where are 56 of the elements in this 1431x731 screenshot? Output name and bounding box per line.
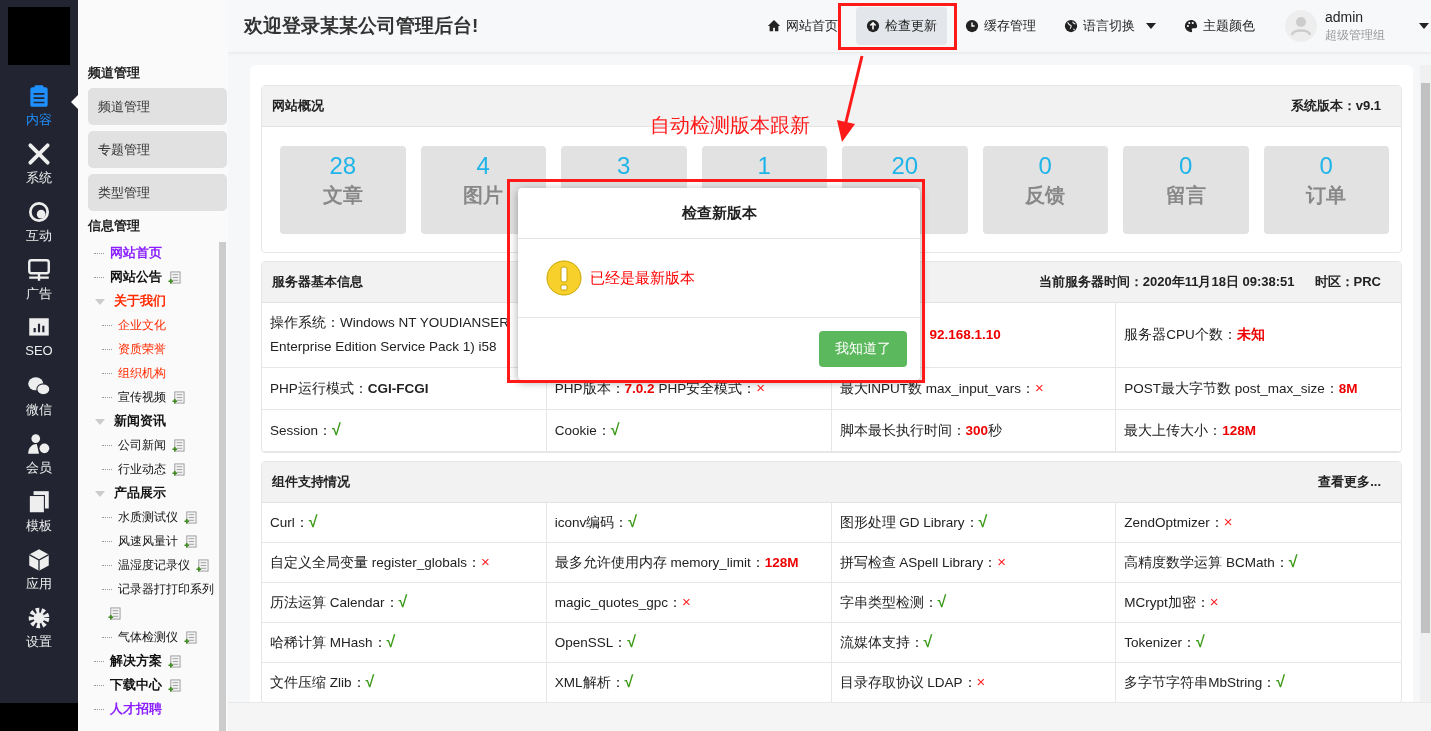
dialog-message: 已经是最新版本 bbox=[590, 268, 695, 288]
stat-label: 文章 bbox=[322, 183, 363, 208]
component-status: 历法运算 Calendar：√ bbox=[270, 592, 408, 612]
timezone: 时区：PRC bbox=[1314, 273, 1381, 291]
user-role: 超级管理组 bbox=[1325, 27, 1386, 44]
stat-value: 0 bbox=[1319, 151, 1333, 181]
component-status: iconv编码：√ bbox=[554, 512, 638, 532]
info-text: Session：√ bbox=[270, 420, 341, 440]
info-text: 最大上传大小：128M bbox=[1124, 421, 1257, 440]
component-status: ZendOptmizer：× bbox=[1124, 512, 1233, 532]
info-text: 92.168.1.10 bbox=[929, 326, 1001, 344]
dialog-title: 检查新版本 bbox=[518, 188, 920, 239]
component-status: XML解析：√ bbox=[554, 672, 634, 692]
component-status: 最多允许使用内存 memory_limit：128M bbox=[554, 553, 799, 572]
info-text: Cookie：√ bbox=[554, 420, 620, 440]
panel-title: 服务器基本信息 bbox=[272, 273, 363, 291]
info-text: PHP运行模式：CGI-FCGI bbox=[270, 379, 429, 398]
stat-value: 3 bbox=[617, 151, 631, 181]
stat-label: 订单 bbox=[1306, 183, 1347, 208]
info-text: 操作系统：Windows NT YOUDIANSER Enterprise Edition Service Pack 1) i58 bbox=[270, 314, 510, 356]
component-status: MCrypt加密：× bbox=[1124, 592, 1219, 612]
stat-value: 1 bbox=[757, 151, 771, 181]
component-status: magic_quotes_gpc：× bbox=[554, 592, 691, 612]
info-text: 服务器CPU个数：未知 bbox=[1124, 326, 1265, 344]
component-status: 高精度数学运算 BCMath：√ bbox=[1124, 552, 1298, 572]
component-status: 自定义全局变量 register_globals：× bbox=[270, 552, 490, 572]
info-text: 脚本最长执行时间：300秒 bbox=[839, 421, 1003, 440]
stat-value: 20 bbox=[891, 151, 919, 181]
page-title: 欢迎登录某某公司管理后台! bbox=[242, 14, 480, 38]
component-status: 哈稀计算 MHash：√ bbox=[270, 632, 396, 652]
component-status: 图形处理 GD Library：√ bbox=[839, 512, 988, 532]
system-version: 系统版本：v9.1 bbox=[1290, 97, 1381, 115]
info-text: POST最大字节数 post_max_size：8M bbox=[1124, 379, 1358, 398]
stat-value: 4 bbox=[476, 151, 490, 181]
stat-value: 0 bbox=[1038, 151, 1052, 181]
component-status: 目录存取协议 LDAP：× bbox=[839, 672, 986, 692]
panel-title: 网站概况 bbox=[272, 97, 324, 115]
stat-label: 留言 bbox=[1165, 183, 1206, 208]
component-status: Tokenizer：√ bbox=[1124, 632, 1205, 652]
server-time: 当前服务器时间：2020年11月18日 09:38:51 bbox=[1038, 273, 1295, 291]
component-status: 多字节字符串MbString：√ bbox=[1124, 672, 1286, 692]
panel-title: 组件支持情况 bbox=[272, 473, 350, 491]
stat-value: 28 bbox=[329, 151, 357, 181]
menu-heading: 频道管理 bbox=[88, 64, 141, 82]
component-status: Curl：√ bbox=[270, 512, 318, 532]
stat-label: 图片 bbox=[463, 183, 504, 208]
component-status: 流媒体支持：√ bbox=[839, 632, 933, 652]
component-status: OpenSSL：√ bbox=[554, 632, 637, 652]
user-name: admin bbox=[1325, 8, 1365, 26]
annotation-text: 自动检测版本跟新 bbox=[650, 113, 810, 138]
stat-label: 反馈 bbox=[1025, 183, 1066, 208]
stat-value: 0 bbox=[1179, 151, 1193, 181]
component-status: 字串类型检测：√ bbox=[839, 592, 947, 612]
menu-heading: 信息管理 bbox=[88, 217, 141, 235]
component-status: 拼写检查 ASpell Library：× bbox=[839, 552, 1007, 572]
component-status: 文件压缩 Zlib：√ bbox=[270, 672, 375, 692]
